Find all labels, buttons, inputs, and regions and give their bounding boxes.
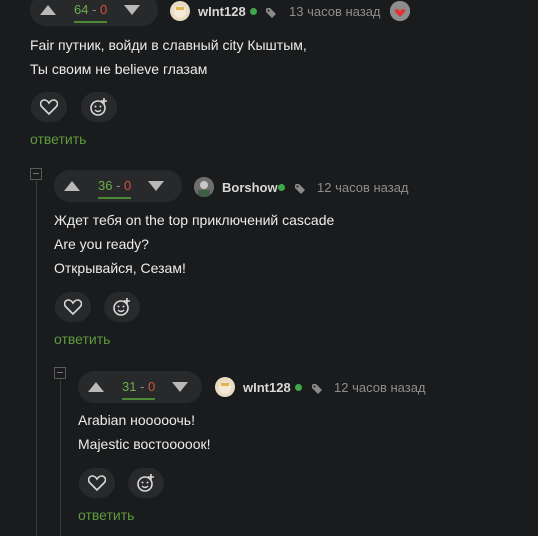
add-reaction-button[interactable]	[81, 92, 117, 122]
upvote-icon[interactable]	[64, 181, 80, 191]
tag-icon[interactable]	[295, 181, 305, 199]
heart-icon	[64, 299, 82, 315]
like-button[interactable]	[31, 92, 67, 122]
rating-bar	[74, 20, 108, 23]
add-reaction-button[interactable]	[104, 292, 140, 322]
online-indicator	[278, 184, 285, 191]
comment-text-line: Ты своим не believe глазам	[30, 61, 208, 77]
rating-bar	[98, 196, 132, 199]
tag-icon[interactable]	[312, 381, 322, 399]
upvote-icon[interactable]	[40, 5, 56, 15]
avatar[interactable]	[170, 1, 190, 21]
reply-link[interactable]: ответить	[54, 331, 110, 347]
score-separator: -	[88, 1, 101, 17]
online-indicator	[250, 8, 257, 15]
emoji-add-icon	[137, 474, 154, 492]
comment-text-line: Arabian нооооочь!	[78, 412, 195, 428]
score-negative: 0	[148, 378, 156, 394]
vote-widget: 31 - 0	[78, 371, 202, 403]
score-separator: -	[112, 177, 125, 193]
rating-score: 31 - 0	[122, 378, 156, 400]
add-reaction-button[interactable]	[128, 468, 164, 498]
avatar[interactable]	[390, 1, 410, 21]
heart-icon	[40, 99, 58, 115]
comment-text-line: Majestic востооооок!	[78, 436, 211, 452]
downvote-icon[interactable]	[172, 382, 189, 392]
avatar[interactable]	[215, 377, 235, 397]
username[interactable]: wInt128	[243, 380, 291, 395]
downvote-icon[interactable]	[124, 5, 141, 15]
score-positive: 31	[122, 378, 137, 394]
rating-bar	[122, 397, 156, 400]
comment-text-line: Ждет тебя on the top приключений cascade	[54, 212, 335, 228]
avatar[interactable]	[194, 177, 214, 197]
score-positive: 36	[98, 177, 113, 193]
rating-score: 64 - 0	[74, 1, 108, 23]
emoji-add-icon	[113, 298, 130, 316]
timestamp[interactable]: 12 часов назад	[334, 380, 426, 395]
downvote-icon[interactable]	[148, 181, 165, 191]
like-button[interactable]	[55, 292, 91, 322]
comment-text-line: Fair путник, войди в славный city Кыштым…	[30, 37, 307, 53]
emoji-add-icon	[90, 98, 107, 116]
score-separator: -	[136, 378, 149, 394]
upvote-icon[interactable]	[88, 382, 104, 392]
username[interactable]: wInt128	[198, 4, 246, 19]
thread-line	[36, 181, 37, 536]
online-indicator	[295, 384, 302, 391]
collapse-thread-button[interactable]	[30, 168, 42, 180]
tag-icon[interactable]	[266, 5, 276, 23]
score-negative: 0	[124, 177, 132, 193]
username[interactable]: Borshow	[222, 180, 278, 195]
thread-line	[60, 380, 61, 536]
vote-widget: 64 - 0	[30, 0, 158, 26]
reply-link[interactable]: ответить	[78, 507, 134, 523]
timestamp[interactable]: 13 часов назад	[289, 4, 381, 19]
comment-text-line: Открывайся, Сезам!	[54, 260, 186, 276]
collapse-thread-button[interactable]	[54, 367, 66, 379]
heart-icon	[88, 475, 106, 491]
comment-text-line: Are you ready?	[54, 236, 149, 252]
score-positive: 64	[74, 1, 89, 17]
reply-link[interactable]: ответить	[30, 131, 86, 147]
timestamp[interactable]: 12 часов назад	[317, 180, 409, 195]
rating-score: 36 - 0	[98, 177, 132, 199]
vote-widget: 36 - 0	[54, 170, 182, 202]
score-negative: 0	[100, 1, 108, 17]
like-button[interactable]	[79, 468, 115, 498]
